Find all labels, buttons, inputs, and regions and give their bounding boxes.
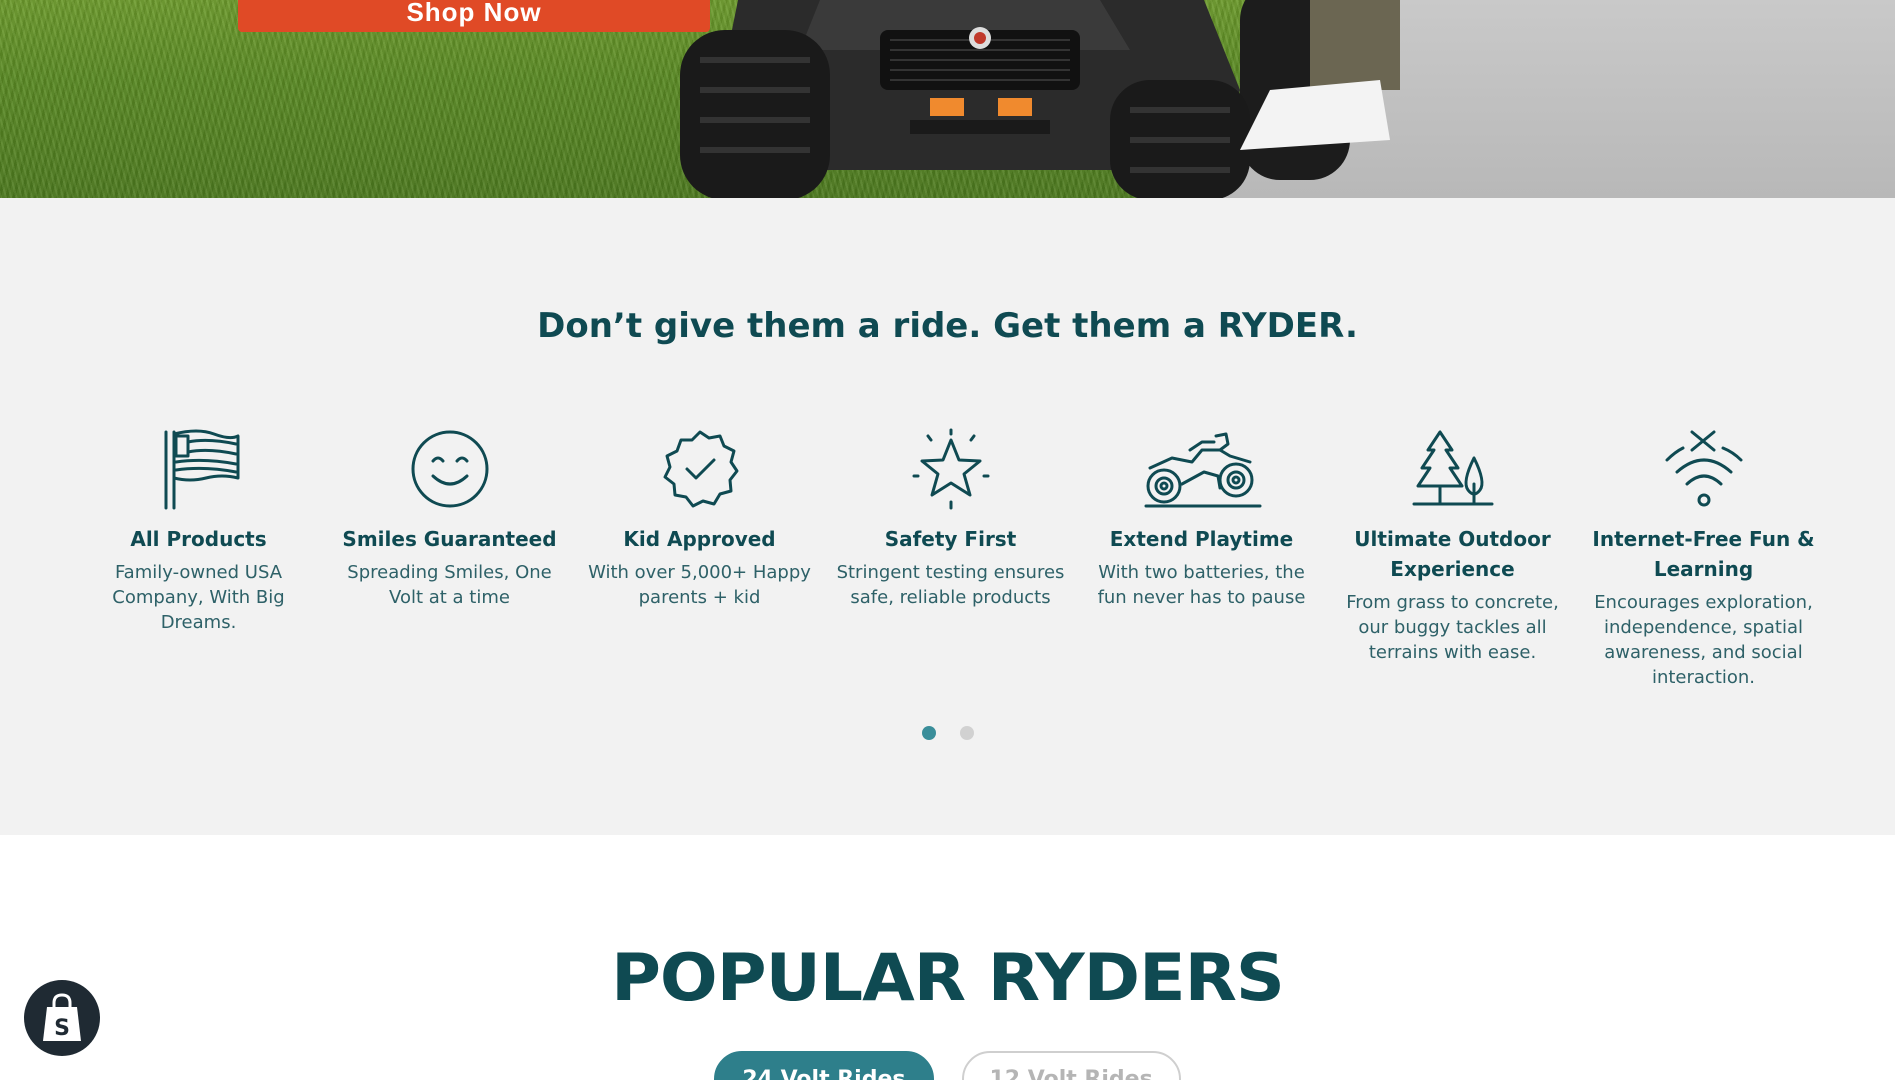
tab-12-volt[interactable]: 12 Volt Rides (961, 1051, 1181, 1080)
shopping-bag-icon: S (43, 993, 81, 1041)
atv-icon (1084, 428, 1319, 510)
tab-24-volt[interactable]: 24 Volt Rides (714, 1051, 934, 1080)
shop-now-button[interactable]: Shop Now (238, 0, 710, 32)
shopify-chat-button[interactable]: S (24, 980, 100, 1056)
feature-description: Stringent testing ensures safe, reliable… (836, 562, 1065, 608)
feature-description: Family-owned USA Company, With Big Dream… (112, 562, 285, 633)
feature-safety-first: Safety First Stringent testing ensures s… (833, 428, 1068, 610)
feature-title: Internet-Free Fun & Learning (1592, 527, 1815, 581)
feature-description: From grass to concrete, our buggy tackle… (1346, 592, 1559, 663)
carousel-dot-1[interactable] (921, 726, 936, 740)
feature-title: Kid Approved (623, 527, 776, 551)
badge-check-icon (582, 428, 817, 510)
feature-title: Extend Playtime (1109, 527, 1294, 551)
popular-title: POPULAR RYDERS (611, 940, 1285, 1017)
trees-icon (1335, 428, 1570, 510)
feature-title: All Products (130, 527, 267, 551)
ride-tabs: 24 Volt Rides 12 Volt Rides (0, 1051, 1895, 1080)
feature-ultimate-outdoor: Ultimate Outdoor Experience From grass t… (1335, 428, 1570, 665)
feature-smiles-guaranteed: Smiles Guaranteed Spreading Smiles, One … (332, 428, 567, 610)
flag-icon (81, 428, 316, 510)
feature-kid-approved: Kid Approved With over 5,000+ Happy pare… (582, 428, 817, 610)
features-section: Don’t give them a ride. Get them a RYDER… (0, 198, 1895, 835)
carousel-dot-2[interactable] (959, 726, 974, 740)
features-heading: Don’t give them a ride. Get them a RYDER… (537, 306, 1358, 346)
feature-description: Encourages exploration, independence, sp… (1594, 592, 1813, 688)
page: Shop Now Don’t give them a ride. Get the… (0, 0, 1895, 1080)
feature-title: Ultimate Outdoor Experience (1354, 527, 1551, 581)
star-icon (833, 428, 1068, 510)
feature-extend-playtime: Extend Playtime With two batteries, the … (1084, 428, 1319, 610)
feature-description: With two batteries, the fun never has to… (1097, 562, 1306, 608)
hero-vehicle-image (680, 0, 1400, 198)
feature-all-products: All Products Family-owned USA Company, W… (81, 428, 316, 635)
svg-text:S: S (54, 1016, 70, 1041)
feature-title: Smiles Guaranteed (342, 527, 557, 551)
popular-section: POPULAR RYDERS 24 Volt Rides 12 Volt Rid… (0, 835, 1895, 1080)
no-wifi-icon (1586, 428, 1821, 510)
feature-internet-free: Internet-Free Fun & Learning Encourages … (1586, 428, 1821, 690)
feature-description: With over 5,000+ Happy parents + kid (588, 562, 811, 608)
carousel-pagination (0, 726, 1895, 740)
feature-description: Spreading Smiles, One Volt at a time (347, 562, 552, 608)
hero-banner: Shop Now (0, 0, 1895, 198)
smile-icon (332, 428, 567, 510)
feature-title: Safety First (884, 527, 1017, 551)
